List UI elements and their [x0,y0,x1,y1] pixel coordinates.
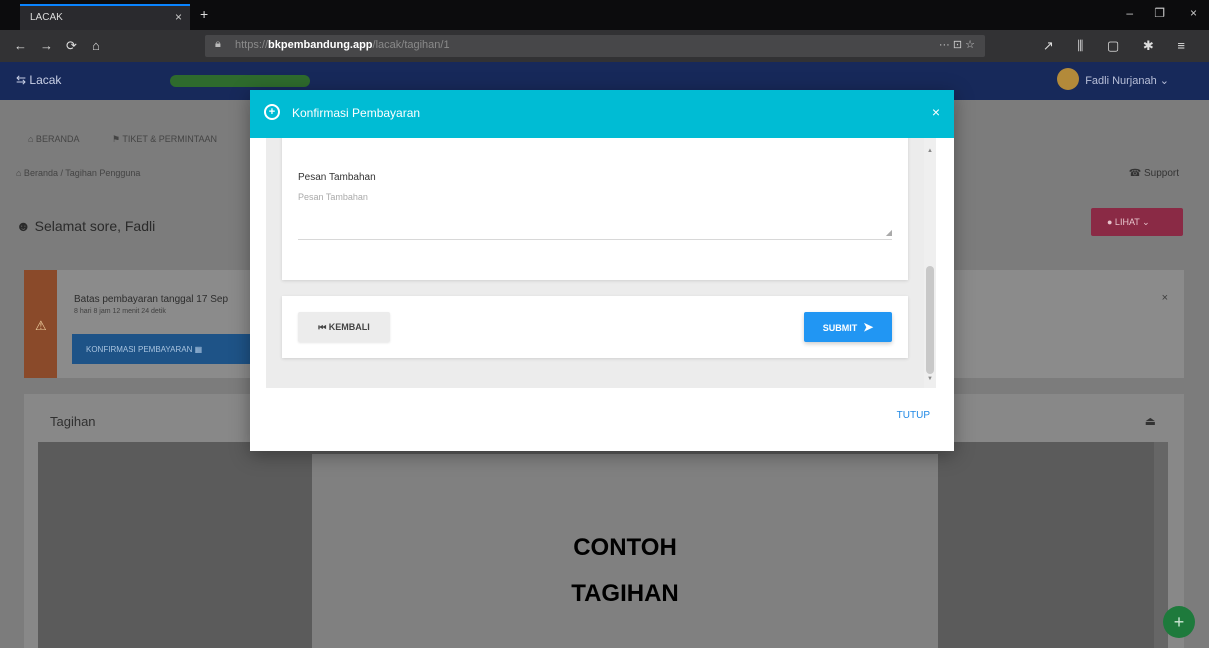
menu-item-beranda[interactable]: ⌂ BERANDA [28,134,79,144]
browser-toolbar-icons[interactable]: ↗ ⫼ ▢ ✱ ≡ [1043,38,1195,54]
alert-title: Batas pembayaran tanggal 17 Sep [74,294,228,305]
home-icon[interactable]: ⌂ [92,38,100,53]
user-menu[interactable]: Fadli Nurjanah ⌄ [1085,74,1169,87]
lock-icon: 🔒︎ [215,38,221,50]
scroll-up-arrow-icon[interactable]: ▲ [927,148,933,154]
menu-item-tiket[interactable]: ⚑ TIKET & PERMINTAAN [112,134,217,144]
download-icon[interactable]: ⏏ [1145,414,1156,428]
support-link[interactable]: ☎ Support [1129,168,1179,179]
note-textarea[interactable] [298,192,892,240]
alert-close-icon[interactable]: × [1162,292,1168,304]
scroll-down-arrow-icon[interactable]: ▼ [927,376,933,382]
note-label: Pesan Tambahan [298,172,376,183]
document-text-line-2: TAGIHAN [571,580,679,607]
document-viewer[interactable]: CONTOH TAGIHAN [38,442,1168,648]
lihat-button[interactable]: ● LIHAT ⌄ [1091,208,1183,236]
app-logo[interactable]: ⇆ Lacak [16,73,61,87]
url-prefix: https:// [235,39,269,51]
window-maximize-button[interactable]: ❐ [1154,6,1165,20]
main-menu: ⌂ BERANDA ⚑ TIKET & PERMINTAAN [28,134,247,145]
url-domain: bkpembandung.app [268,39,373,51]
document-text-line-1: CONTOH [573,534,677,561]
reload-icon[interactable]: ⟳ [66,38,77,54]
konfirmasi-pembayaran-button[interactable]: KONFIRMASI PEMBAYARAN ▦ [72,334,252,364]
konfirmasi-modal: + Konfirmasi Pembayaran × Pesan Tambahan… [250,90,954,451]
window-close-button[interactable]: × [1190,6,1197,20]
actions-card: ⏮ KEMBALI SUBMIT ➤ [282,296,908,358]
browser-tab-title: LACAK [30,12,63,23]
document-page: CONTOH TAGIHAN [312,454,938,648]
submit-button[interactable]: SUBMIT ➤ [804,312,892,342]
page-actions-icons[interactable]: ··· ⊡ ☆ [939,38,975,51]
modal-header: + Konfirmasi Pembayaran × [250,90,954,138]
modal-body[interactable]: Pesan Tambahan ◢ ⏮ KEMBALI SUBMIT ➤ ▲ ▼ [266,138,936,388]
status-pill [170,75,310,87]
submit-label: SUBMIT [822,323,858,333]
note-card: Pesan Tambahan ◢ [282,138,908,280]
plus-circle-icon: + [264,104,280,120]
forward-icon[interactable]: → [40,38,53,53]
warning-icon: ⚠ [24,270,57,378]
scroll-thumb[interactable] [926,266,934,374]
window-minimize-button[interactable]: – [1126,6,1133,20]
url-path: /lacak/tagihan/1 [372,39,450,51]
back-icon[interactable]: ← [14,38,27,53]
url-bar[interactable]: 🔒︎ https://bkpembandung.app/lacak/tagiha… [205,35,985,57]
resize-grip-icon[interactable]: ◢ [886,228,892,237]
browser-tab[interactable]: LACAK × [20,4,190,30]
browser-tab-bar: LACAK × + – ❐ × [0,0,1209,30]
modal-scrollbar[interactable]: ▲ ▼ [924,138,936,388]
browser-nav-bar: ← → ⟳ ⌂ 🔒︎ https://bkpembandung.app/laca… [0,30,1209,62]
modal-close-icon[interactable]: × [932,104,940,120]
add-fab-button[interactable]: + [1163,606,1195,638]
new-tab-button[interactable]: + [200,6,208,22]
kembali-button[interactable]: ⏮ KEMBALI [298,312,390,342]
avatar[interactable] [1057,68,1079,90]
tutup-button[interactable]: TUTUP [897,410,930,421]
alert-countdown: 8 hari 8 jam 12 menit 24 detik [74,308,166,315]
tagihan-title: Tagihan [50,414,96,429]
greeting: ☻ Selamat sore, Fadli [16,218,156,234]
tab-close-icon[interactable]: × [175,10,182,24]
modal-title: Konfirmasi Pembayaran [292,106,421,120]
breadcrumb: ⌂ Beranda / Tagihan Pengguna [16,168,141,178]
send-icon: ➤ [863,320,874,334]
